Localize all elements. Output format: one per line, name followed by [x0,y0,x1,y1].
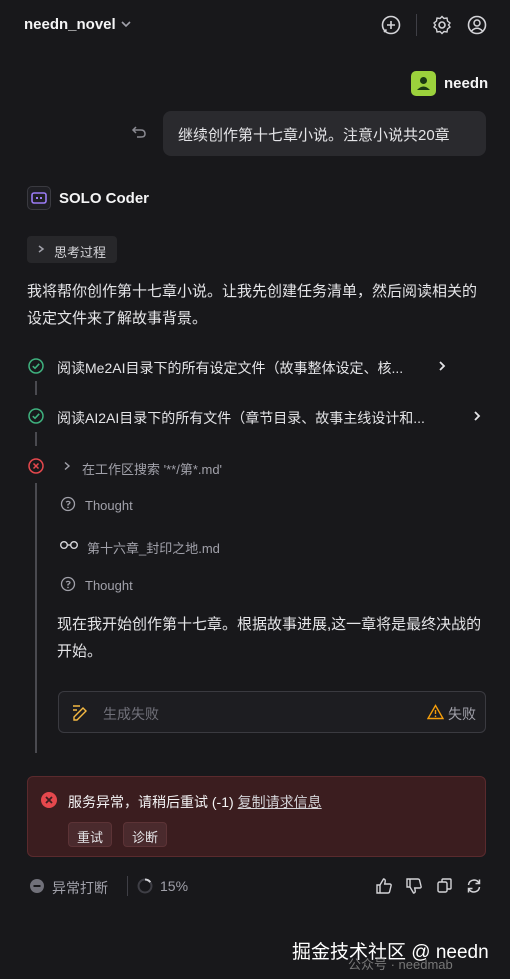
thought-icon [60,576,76,592]
generate-status: 失败 [448,706,476,722]
user-name: needn [444,75,489,92]
pen-icon [71,703,91,721]
glasses-icon [59,538,79,552]
user-avatar [411,71,436,96]
timeline-line [35,381,37,395]
assistant-name: SOLO Coder [59,190,150,207]
chevron-right-icon[interactable] [437,360,447,372]
copy-icon[interactable] [436,877,453,894]
header-divider [416,14,417,36]
step-1-text[interactable]: 阅读Me2AI目录下的所有设定文件（故事整体设定、核... [57,358,403,378]
diagnose-button[interactable]: 诊断 [123,822,168,847]
chevron-down-icon[interactable] [120,18,132,30]
substep-3-text: Thought [85,578,133,593]
error-message: 服务异常，请稍后重试 (-1) 复制请求信息 [68,792,322,812]
error-icon [40,791,58,809]
assistant-intro-text: 我将帮你创作第十七章小说。让我先创建任务清单，然后阅读相关的设定文件来了解故事背… [27,283,478,327]
substep-2-text[interactable]: 第十六章_封印之地.md [87,538,220,557]
step-success-icon [28,408,44,424]
generate-placeholder: 生成失败 [103,706,159,722]
step-3-text[interactable]: 在工作区搜索 '**/第*.md' [82,459,222,478]
timeline-line [35,432,37,446]
step-error-icon [28,458,44,474]
regenerate-icon[interactable] [465,877,483,895]
substep-1-text: Thought [85,498,133,513]
thinking-label: 思考过程 [54,245,107,260]
top-bar: needn_novel [0,0,510,52]
new-chat-icon[interactable] [380,14,402,36]
step-success-icon [28,358,44,374]
thumbs-up-icon[interactable] [375,877,393,895]
step-2-text[interactable]: 阅读AI2AI目录下的所有文件（章节目录、故事主线设计和... [57,408,425,428]
assistant-avatar [27,186,51,210]
undo-icon[interactable] [131,124,147,140]
copy-request-info-link[interactable]: 复制请求信息 [238,794,322,810]
settings-icon[interactable] [431,14,453,36]
thumbs-down-icon[interactable] [405,877,423,895]
interrupted-status: 异常打断 [52,880,108,896]
thinking-toggle[interactable]: 思考过程 [27,236,117,263]
chevron-right-icon [36,244,46,254]
footer-divider [127,876,128,896]
stop-icon [29,878,45,894]
chevron-right-icon[interactable] [63,461,71,471]
progress-ring-icon [137,878,153,894]
error-banner: 服务异常，请稍后重试 (-1) 复制请求信息 重试 诊断 [27,776,486,857]
thought-icon [60,496,76,512]
user-message-bubble: 继续创作第十七章小说。注意小说共20章 [163,111,486,156]
retry-button[interactable]: 重试 [68,822,113,847]
error-message-text: 服务异常，请稍后重试 (-1) [68,794,234,810]
project-name[interactable]: needn_novel [24,16,116,33]
timeline-line [35,483,37,753]
watermark-sub: 公众号 · needmab [348,957,453,972]
chevron-right-icon[interactable] [472,410,482,422]
generate-status-card: 生成失败 失败 [58,691,486,733]
warning-icon [427,704,444,720]
progress-percent: 15% [160,878,189,894]
assistant-continue-text: 现在我开始创作第十七章。根据故事进展,这一章将是最终决战的开始。 [57,616,482,660]
account-icon[interactable] [466,14,488,36]
